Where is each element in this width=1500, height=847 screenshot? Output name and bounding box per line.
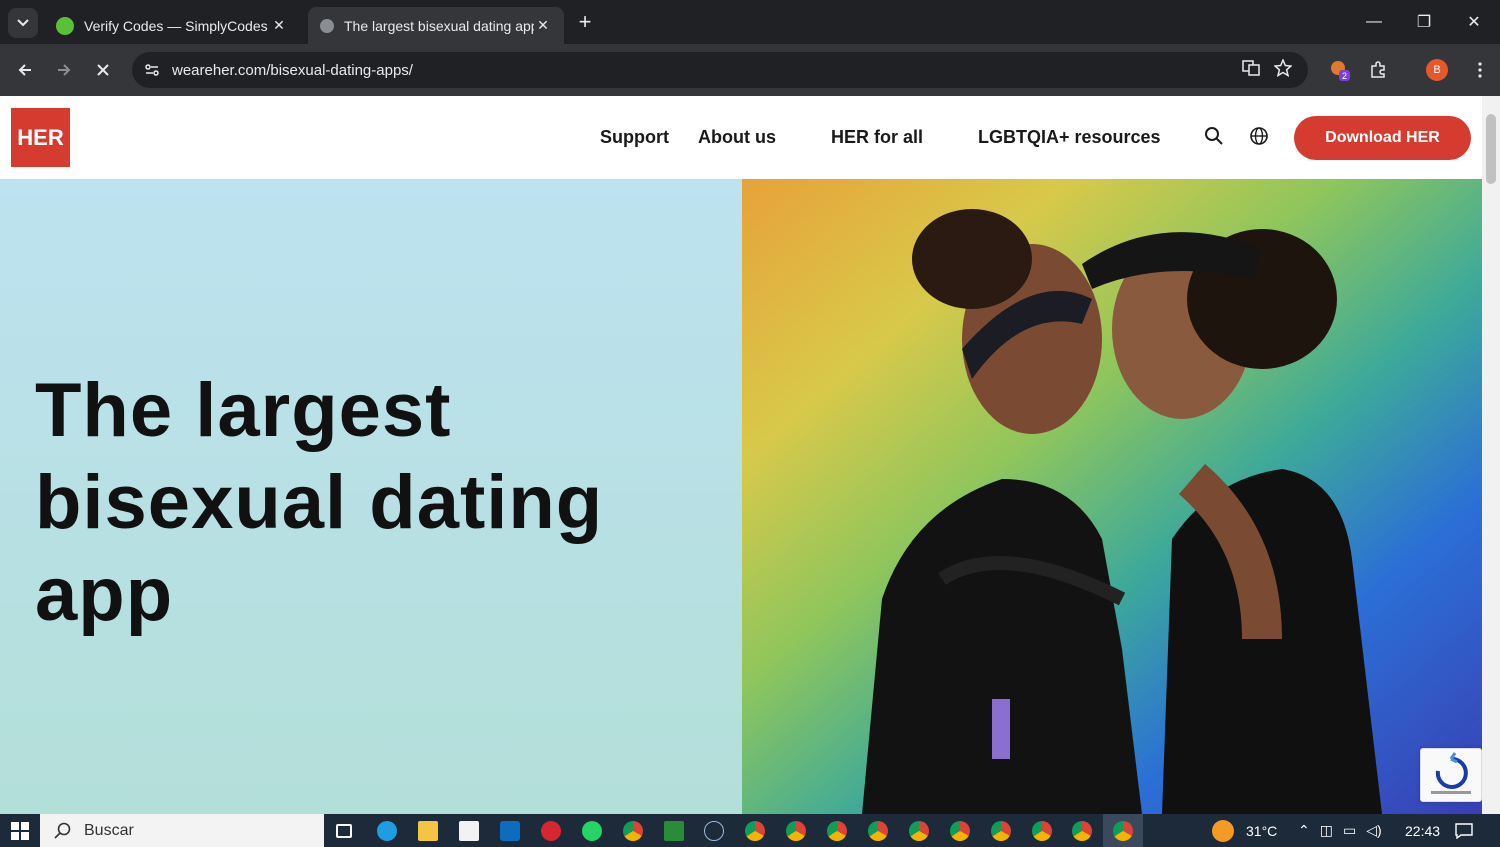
notifications-icon[interactable] <box>1455 814 1473 847</box>
simplycodes-extension-icon[interactable]: 2 <box>1328 58 1352 82</box>
web-page: HER Support About us HER for all LGBTQIA… <box>0 96 1482 814</box>
browser-toolbar: weareher.com/bisexual-dating-apps/ 2 <box>0 44 1500 96</box>
taskbar-search-box[interactable]: Buscar <box>40 814 324 847</box>
close-window-button[interactable]: ✕ <box>1449 0 1499 44</box>
couple-photo-image <box>742 179 1482 814</box>
address-bar[interactable]: weareher.com/bisexual-dating-apps/ <box>132 52 1308 88</box>
edge-icon[interactable] <box>367 814 407 847</box>
chrome-window-icon[interactable] <box>940 814 980 847</box>
profile-avatar[interactable]: B <box>1426 59 1448 81</box>
close-tab-icon[interactable]: ✕ <box>534 17 552 34</box>
chrome-window-icon[interactable] <box>1062 814 1102 847</box>
tab-search-dropdown-button[interactable] <box>8 8 38 38</box>
restore-button[interactable]: ❐ <box>1399 0 1449 44</box>
search-icon[interactable] <box>1202 124 1226 148</box>
scrollbar-thumb[interactable] <box>1486 114 1496 184</box>
store-icon[interactable] <box>449 814 489 847</box>
chrome-window-icon[interactable] <box>1022 814 1062 847</box>
chrome-window-icon[interactable] <box>735 814 775 847</box>
taskbar-search-placeholder: Buscar <box>84 821 134 839</box>
weather-sun-icon <box>1212 819 1234 842</box>
chrome-window-icon[interactable] <box>817 814 857 847</box>
pen-app-icon[interactable] <box>694 814 734 847</box>
bookmark-star-icon[interactable] <box>1273 57 1293 82</box>
chevron-up-icon[interactable]: ⌃ <box>1298 822 1310 839</box>
recaptcha-icon <box>1431 752 1471 794</box>
hero-photo <box>742 179 1482 814</box>
nav-about-us[interactable]: About us <box>698 127 776 148</box>
whatsapp-icon[interactable] <box>572 814 612 847</box>
url-text[interactable]: weareher.com/bisexual-dating-apps/ <box>172 62 1242 79</box>
nav-lgbtqia-resources[interactable]: LGBTQIA+ resources <box>978 127 1161 148</box>
close-icon <box>97 64 109 76</box>
chrome-menu-icon[interactable] <box>1468 58 1492 82</box>
chrome-icon[interactable] <box>613 814 653 847</box>
nav-support[interactable]: Support <box>600 127 669 148</box>
network-icon[interactable]: ▭ <box>1343 822 1356 839</box>
windows-logo-icon <box>11 821 29 840</box>
windows-start-button[interactable] <box>0 814 40 847</box>
recaptcha-badge[interactable] <box>1420 748 1482 802</box>
tab-verify-codes[interactable]: Verify Codes — SimplyCodes ✕ <box>44 7 300 44</box>
clock-time: 22:43 <box>1405 822 1441 839</box>
loading-favicon-icon <box>320 18 334 33</box>
translate-icon[interactable] <box>1242 59 1260 82</box>
page-scrollbar[interactable] <box>1482 96 1500 814</box>
forward-button[interactable] <box>49 55 79 85</box>
hero-title: The largest bisexual dating app <box>35 368 604 637</box>
file-explorer-icon[interactable] <box>408 814 448 847</box>
chrome-window-icon[interactable] <box>899 814 939 847</box>
arrow-right-icon <box>58 64 71 76</box>
site-header: HER Support About us HER for all LGBTQIA… <box>0 96 1482 179</box>
close-tab-icon[interactable]: ✕ <box>270 17 288 34</box>
search-icon <box>54 822 71 839</box>
green-app-icon[interactable] <box>654 814 694 847</box>
extensions-puzzle-icon[interactable] <box>1366 58 1390 82</box>
chrome-window-icon[interactable] <box>858 814 898 847</box>
new-tab-button[interactable]: + <box>572 9 598 35</box>
chrome-window-active-icon[interactable] <box>1103 814 1143 847</box>
weather-temperature: 31°C <box>1246 822 1278 839</box>
her-logo[interactable]: HER <box>11 108 70 167</box>
meet-now-icon[interactable]: ◫ <box>1320 822 1333 839</box>
site-settings-icon[interactable] <box>132 62 172 78</box>
tab-title: Verify Codes — SimplyCodes <box>84 17 268 34</box>
tab-bisexual-dating-app[interactable]: The largest bisexual dating app ✕ <box>308 7 564 44</box>
chrome-window-icon[interactable] <box>776 814 816 847</box>
arrow-left-icon <box>18 64 31 76</box>
hero-text-panel: The largest bisexual dating app <box>0 179 742 814</box>
minimize-button[interactable]: — <box>1349 0 1399 44</box>
globe-icon[interactable] <box>1247 124 1271 148</box>
chevron-down-icon <box>17 19 29 27</box>
windows-taskbar: Buscar 31°C ⌃ ◫ ▭ ◁) 22:43 <box>0 814 1500 847</box>
extension-badge-count: 2 <box>1342 71 1347 81</box>
weather-widget[interactable]: 31°C <box>1212 814 1277 847</box>
red-app-icon[interactable] <box>531 814 571 847</box>
simplycodes-favicon-icon <box>56 16 74 35</box>
browser-tab-bar: Verify Codes — SimplyCodes ✕ The largest… <box>0 0 1500 44</box>
nav-her-for-all[interactable]: HER for all <box>831 127 923 148</box>
clock[interactable]: 22:43 <box>1405 814 1440 847</box>
outlook-icon[interactable] <box>490 814 530 847</box>
stop-loading-button[interactable] <box>88 55 118 85</box>
download-her-button[interactable]: Download HER <box>1294 116 1471 160</box>
chrome-window-icon[interactable] <box>981 814 1021 847</box>
volume-icon[interactable]: ◁) <box>1366 822 1381 839</box>
tab-title: The largest bisexual dating app <box>344 17 534 34</box>
task-view-icon[interactable] <box>324 814 364 847</box>
back-button[interactable] <box>10 55 40 85</box>
system-tray: ⌃ ◫ ▭ ◁) <box>1298 814 1382 847</box>
